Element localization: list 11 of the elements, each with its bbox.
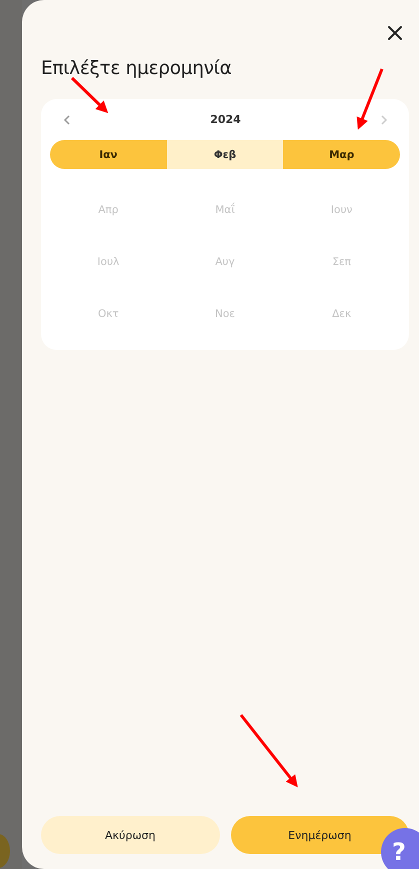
month-cell[interactable]: Φεβ xyxy=(166,140,284,169)
close-icon[interactable] xyxy=(387,25,403,41)
cancel-button[interactable]: Ακύρωση xyxy=(41,816,220,854)
dialog-title: Επιλέξτε ημερομηνία xyxy=(41,58,233,79)
annotation-arrow xyxy=(70,76,108,114)
annotation-arrow xyxy=(356,68,384,130)
month-cell[interactable]: Μαρ xyxy=(283,140,400,169)
next-icon[interactable] xyxy=(380,114,388,124)
year-label: 2024 xyxy=(210,113,241,126)
previous-icon[interactable] xyxy=(63,114,71,124)
month-cell[interactable]: Ιαν xyxy=(50,140,167,169)
